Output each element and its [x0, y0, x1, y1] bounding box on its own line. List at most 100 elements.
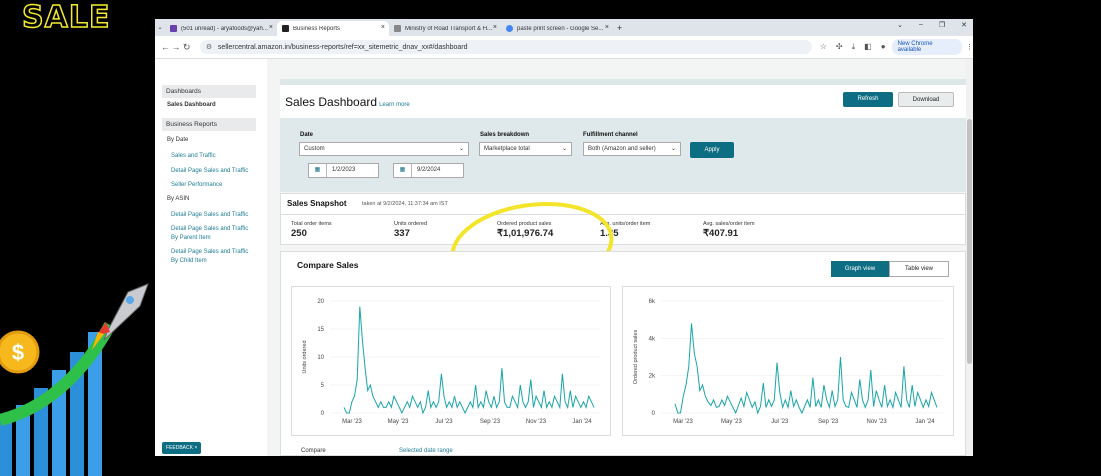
date-select[interactable]: Custom ⌄ [299, 142, 469, 156]
close-icon[interactable]: × [493, 24, 497, 31]
sale-overlay-text: SALE [21, 0, 111, 36]
sidepanel-icon[interactable]: ◧ [864, 42, 872, 52]
y-axis-label: Ordered product sales [633, 330, 639, 385]
address-bar-row: ← → ↻ ⚙ sellercentral.amazon.in/business… [155, 36, 973, 59]
dollar-coin-icon: $ [0, 330, 40, 374]
scrollbar-thumb[interactable] [967, 119, 972, 364]
new-tab-button[interactable]: + [617, 21, 622, 36]
divider [281, 214, 965, 215]
x-tick-label: Nov '23 [526, 419, 547, 425]
metric-ordered-product-sales: Ordered product sales ₹1,01,976.74 [497, 221, 554, 239]
metric-avg-sales-per-order: Avg. sales/order item ₹407.91 [703, 221, 755, 239]
close-icon[interactable]: × [381, 24, 385, 31]
x-tick-label: Jul '23 [435, 419, 453, 425]
end-date-input[interactable]: ▦ 9/2/2024 [393, 163, 464, 178]
sidebar-item-sales-dashboard[interactable]: Sales Dashboard [167, 102, 267, 108]
sidebar-link-asin-parent[interactable]: Detail Page Sales and Traffic By Parent … [171, 225, 251, 242]
y-tick-label: 15 [317, 327, 324, 333]
forward-icon[interactable]: → [171, 42, 182, 52]
sidebar-link-asin-child[interactable]: Detail Page Sales and Traffic By Child I… [171, 248, 251, 265]
main-panel: Sales Dashboard Learn more Refresh Downlo… [280, 59, 966, 456]
x-tick-label: Mar '23 [673, 419, 693, 425]
reload-icon[interactable]: ↻ [181, 42, 192, 53]
feedback-button[interactable]: FEEDBACK × [162, 442, 202, 454]
chevron-down-icon: ⌄ [458, 146, 464, 152]
y-tick-label: 4k [649, 336, 656, 342]
amazon-icon [282, 25, 289, 32]
sales-snapshot: Sales Snapshot taken at 9/2/2024, 11:37:… [280, 193, 966, 245]
start-date-input[interactable]: ▦ 1/2/2023 [308, 163, 379, 178]
x-tick-label: Jan '24 [572, 419, 592, 425]
extensions-icon[interactable]: ✣ [836, 42, 843, 52]
series-line [674, 323, 938, 415]
units-ordered-chart: 0 5 10 15 20 Units ordered Mar '23 May '23 Jul '… [291, 286, 611, 436]
profile-avatar[interactable]: ● [881, 42, 886, 52]
site-info-icon[interactable]: ⚙ [206, 43, 214, 51]
url-field[interactable]: ⚙ sellercentral.amazon.in/business-repor… [199, 40, 812, 54]
x-tick-label: Jul '23 [771, 419, 789, 425]
y-tick-label: 0 [321, 411, 325, 417]
metric-units-ordered: Units ordered 337 [394, 221, 428, 239]
close-icon[interactable]: × [605, 24, 609, 31]
download-icon[interactable]: ⤓ [852, 42, 856, 52]
y-tick-label: 5 [321, 383, 325, 389]
apply-button[interactable]: Apply [690, 142, 734, 158]
chevron-down-icon: ⌄ [670, 146, 676, 152]
chevron-down-icon[interactable]: ⌄ [897, 21, 903, 29]
x-tick-label: May '23 [721, 419, 742, 425]
y-tick-label: 10 [317, 355, 324, 361]
sidebar-link-seller-performance[interactable]: Seller Performance [171, 181, 251, 190]
refresh-button[interactable]: Refresh [843, 92, 893, 107]
compare-sales-title: Compare Sales [297, 260, 359, 270]
units-ordered-chart-svg: 0 5 10 15 20 Units ordered Mar '23 May '23 Jul '… [302, 299, 600, 425]
bookmark-star-icon[interactable]: ☆ [820, 42, 827, 52]
sales-breakdown-label: Sales breakdown [480, 132, 530, 138]
x-tick-label: Sep '23 [480, 419, 501, 425]
tab-ministry[interactable]: Ministry of Road Transport & H... × [389, 21, 501, 36]
page-content: Dashboards Sales Dashboard Business Repo… [155, 59, 973, 456]
fulfillment-channel-label: Fulfillment channel [583, 132, 638, 138]
y-tick-label: 6k [649, 299, 656, 305]
sidebar-section-by-date: By Date [167, 137, 189, 143]
snapshot-timestamp: taken at 9/2/2024, 11:37:34 am IST [362, 201, 448, 207]
download-button[interactable]: Download [898, 92, 954, 107]
close-window-button[interactable]: ✕ [961, 21, 967, 29]
x-tick-label: May '23 [388, 419, 409, 425]
back-icon[interactable]: ← [160, 42, 171, 52]
close-icon[interactable]: × [269, 24, 273, 31]
metric-total-order-items: Total order items 250 [291, 221, 332, 239]
rocket-growth-graphic: $ [0, 283, 149, 476]
fulfillment-channel-select[interactable]: Both (Amazon and seller) ⌄ [583, 142, 681, 156]
sidebar-link-detail-page[interactable]: Detail Page Sales and Traffic [171, 167, 251, 176]
metric-avg-units-per-order: Avg. units/order item 1.35 [600, 221, 651, 239]
learn-more-link[interactable]: Learn more [379, 102, 410, 108]
compare-label: Compare [301, 448, 326, 454]
compare-sales-panel: Compare Sales Graph view Table view 0 5 10… [280, 251, 966, 456]
sidebar-link-sales-traffic[interactable]: Sales and Traffic [171, 152, 251, 161]
restore-button[interactable]: ❐ [939, 21, 945, 29]
menu-icon[interactable]: ⋮ [966, 43, 973, 51]
graph-view-button[interactable]: Graph view [831, 261, 889, 277]
selected-date-range-link[interactable]: Selected date range [399, 448, 453, 454]
calendar-icon: ▦ [394, 164, 412, 177]
sidebar-header-dashboards: Dashboards [162, 85, 256, 98]
sidebar-link-asin-detail[interactable]: Detail Page Sales and Traffic [171, 211, 251, 220]
tab-search-icon[interactable]: ⌄ [155, 21, 165, 36]
page-scrollbar[interactable] [966, 59, 973, 456]
filter-panel: Date Custom ⌄ ▦ 1/2/2023 ▦ 9/2/2024 Sales b… [280, 118, 966, 192]
new-chrome-available-button[interactable]: New Chrome available [891, 39, 962, 55]
y-tick-label: 0 [652, 411, 656, 417]
google-icon [506, 25, 513, 32]
sales-breakdown-select[interactable]: Marketplace total ⌄ [479, 142, 572, 156]
tab-google-search[interactable]: paste print screen - Google Se... × [501, 21, 613, 36]
dashboard-header: Sales Dashboard Learn more Refresh Downlo… [280, 85, 966, 118]
mail-icon [170, 25, 177, 32]
series-line [343, 306, 595, 415]
x-tick-label: Mar '23 [342, 419, 362, 425]
tab-gmail[interactable]: (501 unread) - aryafoods@yah... × [165, 21, 277, 36]
tab-business-reports[interactable]: Business Reports × [277, 21, 389, 36]
minimize-button[interactable]: – [919, 21, 923, 29]
y-axis-label: Units ordered [302, 340, 308, 373]
sidebar-header-business-reports: Business Reports [162, 118, 256, 131]
table-view-button[interactable]: Table view [889, 261, 949, 277]
